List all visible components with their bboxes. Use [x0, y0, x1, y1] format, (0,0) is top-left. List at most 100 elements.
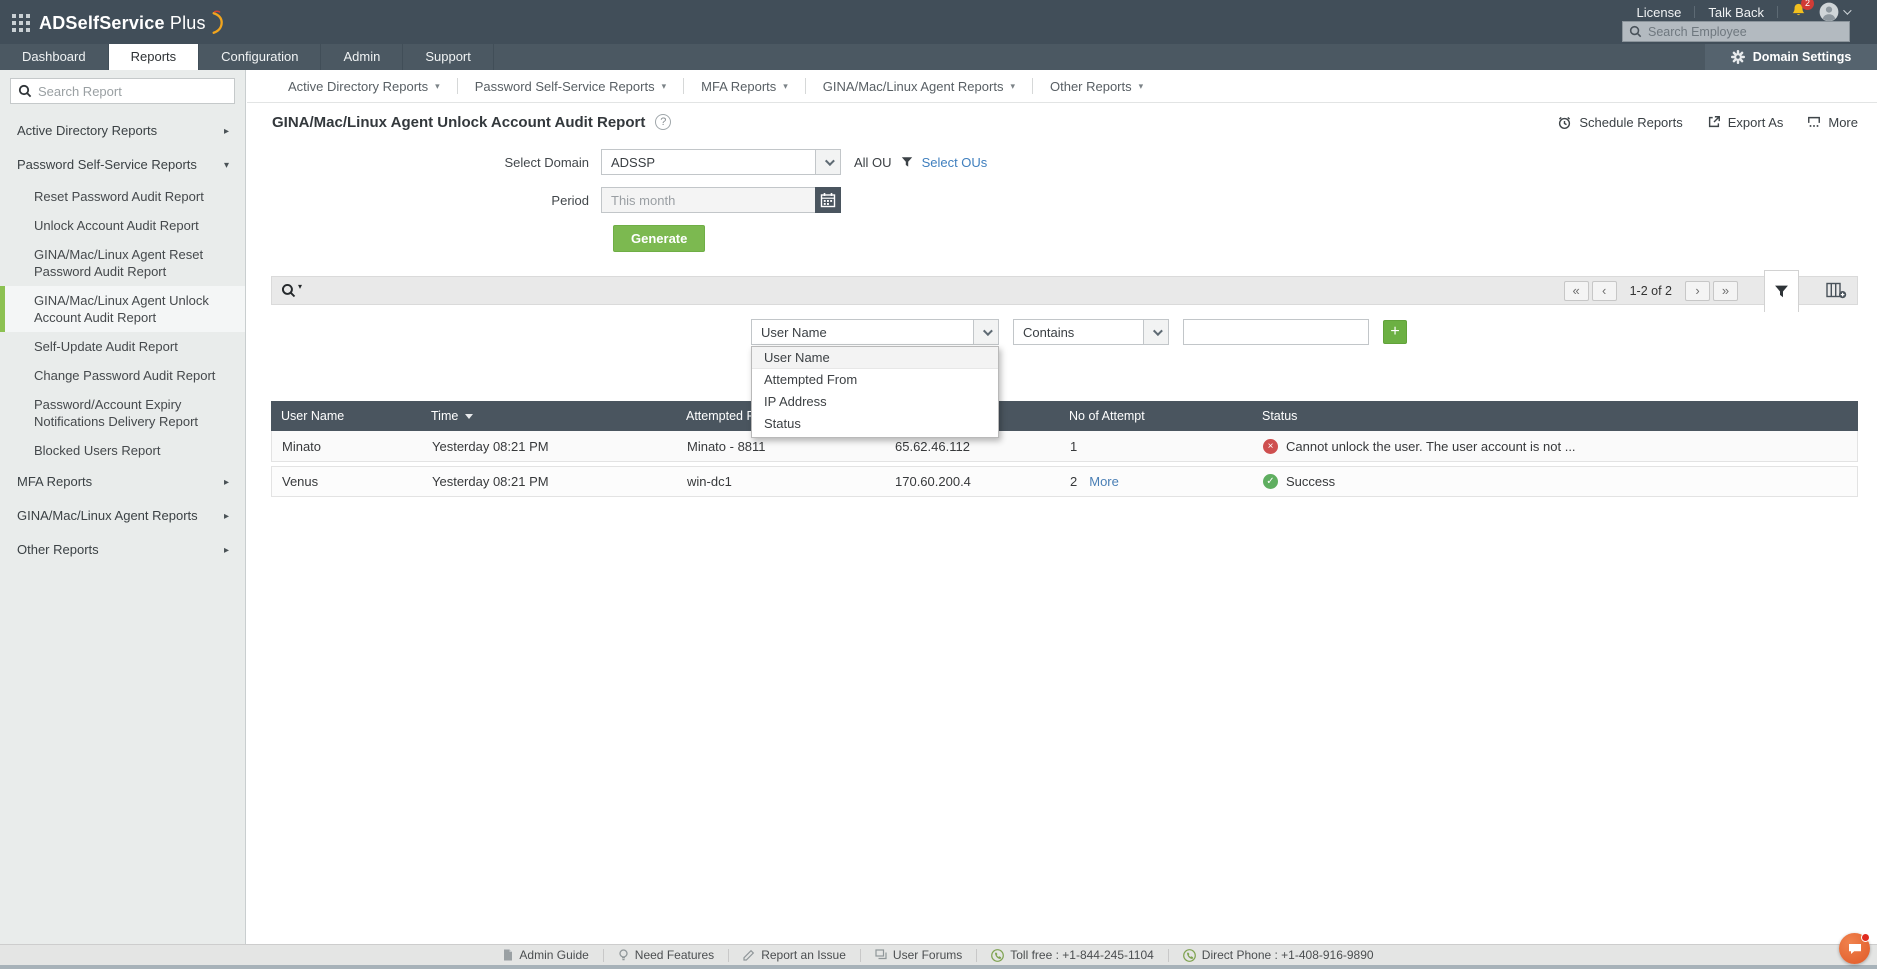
- footer-link-label: Need Features: [635, 948, 714, 962]
- column-header-no-of-attempt[interactable]: No of Attempt: [1059, 409, 1252, 423]
- generate-button[interactable]: Generate: [613, 225, 705, 252]
- column-header-status[interactable]: Status: [1252, 409, 1858, 423]
- title-row: GINA/Mac/Linux Agent Unlock Account Audi…: [247, 103, 1877, 135]
- sidebar-item-other-reports[interactable]: Other Reports▸: [0, 533, 245, 567]
- filter-field-select[interactable]: User Name: [751, 319, 999, 345]
- main-content: Active Directory Reports▾ Password Self-…: [247, 70, 1877, 944]
- app-grid-icon[interactable]: [12, 14, 30, 32]
- calendar-icon[interactable]: [815, 187, 841, 213]
- nav-gina-agent-reports[interactable]: GINA/Mac/Linux Agent Reports▾: [805, 78, 1032, 94]
- cell-user-name: Venus: [272, 474, 422, 489]
- funnel-icon: [1774, 284, 1789, 299]
- help-icon[interactable]: ?: [655, 114, 671, 130]
- tab-reports[interactable]: Reports: [109, 44, 200, 70]
- sidebar-item-gina-agent-reports[interactable]: GINA/Mac/Linux Agent Reports▸: [0, 499, 245, 533]
- domain-select-value: ADSSP: [602, 155, 655, 170]
- nav-password-self-service-reports[interactable]: Password Self-Service Reports▾: [457, 78, 683, 94]
- tab-configuration[interactable]: Configuration: [199, 44, 321, 70]
- add-filter-button[interactable]: +: [1383, 320, 1407, 344]
- export-as-button[interactable]: Export As: [1707, 115, 1784, 130]
- sidebar-item-gina-unlock-account-audit-report[interactable]: GINA/Mac/Linux Agent Unlock Account Audi…: [0, 286, 245, 332]
- filter-toggle-button[interactable]: [1764, 270, 1799, 312]
- next-page-button[interactable]: ›: [1685, 281, 1710, 301]
- sidebar-item-label: Blocked Users Report: [34, 442, 160, 459]
- column-header-time[interactable]: Time: [421, 409, 676, 423]
- search-icon[interactable]: [1629, 25, 1642, 38]
- table-row[interactable]: Venus Yesterday 08:21 PM win-dc1 170.60.…: [271, 466, 1858, 497]
- forum-icon: [875, 949, 887, 961]
- user-menu[interactable]: [1819, 2, 1849, 22]
- domain-settings-button[interactable]: Domain Settings: [1705, 44, 1877, 70]
- need-features-link[interactable]: Need Features: [603, 949, 728, 962]
- dropdown-option-attempted-from[interactable]: Attempted From: [752, 369, 998, 391]
- dropdown-option-user-name[interactable]: User Name: [752, 347, 998, 369]
- report-search-input[interactable]: [38, 84, 227, 99]
- bottom-strip: [0, 965, 1877, 969]
- previous-page-button[interactable]: ‹: [1592, 281, 1617, 301]
- chevron-right-icon: ▸: [224, 474, 229, 491]
- column-chooser-button[interactable]: [1826, 282, 1847, 304]
- sidebar-item-unlock-account-audit-report[interactable]: Unlock Account Audit Report: [0, 211, 245, 240]
- column-header-user-name[interactable]: User Name: [271, 409, 421, 423]
- more-icon: [1807, 115, 1821, 129]
- period-input[interactable]: [601, 187, 815, 213]
- license-link[interactable]: License: [1637, 5, 1682, 20]
- attempt-count: 1: [1070, 439, 1077, 454]
- reports-sidebar: Active Directory Reports▸ Password Self-…: [0, 70, 246, 944]
- more-button[interactable]: More: [1807, 115, 1858, 130]
- sidebar-item-label: Self-Update Audit Report: [34, 338, 178, 355]
- more-attempts-link[interactable]: More: [1089, 474, 1119, 489]
- status-text: Success: [1286, 474, 1335, 489]
- report-category-nav: Active Directory Reports▾ Password Self-…: [247, 70, 1877, 103]
- user-forums-link[interactable]: User Forums: [860, 949, 976, 962]
- table-toolbar: ▾ « ‹ 1-2 of 2 › »: [271, 276, 1858, 305]
- table-search-icon[interactable]: ▾: [281, 283, 302, 298]
- tab-dashboard[interactable]: Dashboard: [0, 44, 109, 70]
- last-page-button[interactable]: »: [1713, 281, 1738, 301]
- report-an-issue-link[interactable]: Report an Issue: [728, 949, 860, 962]
- toll-free-number[interactable]: Toll free : +1-844-245-1104: [976, 949, 1168, 962]
- employee-search-input[interactable]: [1648, 25, 1843, 39]
- chat-notification-dot: [1861, 933, 1870, 942]
- sidebar-item-blocked-users-report[interactable]: Blocked Users Report: [0, 436, 245, 465]
- filter-value-input[interactable]: [1183, 319, 1369, 345]
- sidebar-item-active-directory-reports[interactable]: Active Directory Reports▸: [0, 114, 245, 148]
- ou-scope-label: All OU: [854, 155, 892, 170]
- export-icon: [1707, 115, 1721, 129]
- logo-swoosh-icon: [211, 9, 227, 37]
- tab-admin[interactable]: Admin: [321, 44, 403, 70]
- column-label: No of Attempt: [1069, 409, 1145, 423]
- talk-back-link[interactable]: Talk Back: [1708, 5, 1764, 20]
- schedule-reports-button[interactable]: Schedule Reports: [1557, 115, 1682, 130]
- sidebar-item-password-self-service-reports[interactable]: Password Self-Service Reports▾: [0, 148, 245, 182]
- sidebar-item-gina-reset-password-audit-report[interactable]: GINA/Mac/Linux Agent Reset Password Audi…: [0, 240, 245, 286]
- schedule-reports-label: Schedule Reports: [1579, 115, 1682, 130]
- chevron-down-icon: [1143, 320, 1168, 344]
- first-page-button[interactable]: «: [1564, 281, 1589, 301]
- adselfservice-app: ADSelfService Plus License Talk Back 2: [0, 0, 1877, 969]
- funnel-icon[interactable]: [901, 156, 913, 168]
- direct-phone-number[interactable]: Direct Phone : +1-408-916-9890: [1168, 949, 1388, 962]
- admin-guide-link[interactable]: Admin Guide: [489, 949, 602, 962]
- dropdown-option-status[interactable]: Status: [752, 413, 998, 435]
- sidebar-item-label: GINA/Mac/Linux Agent Reset Password Audi…: [34, 246, 231, 280]
- nav-mfa-reports[interactable]: MFA Reports▾: [683, 78, 805, 94]
- nav-other-reports[interactable]: Other Reports▾: [1032, 78, 1160, 94]
- notifications-bell-icon[interactable]: 2: [1791, 2, 1806, 23]
- period-picker: [601, 187, 841, 213]
- sidebar-item-change-password-audit-report[interactable]: Change Password Audit Report: [0, 361, 245, 390]
- cell-attempted-from: Minato - 8811: [677, 439, 885, 454]
- domain-select[interactable]: ADSSP: [601, 149, 841, 175]
- sidebar-item-self-update-audit-report[interactable]: Self-Update Audit Report: [0, 332, 245, 361]
- live-chat-button[interactable]: [1839, 933, 1870, 964]
- sidebar-item-reset-password-audit-report[interactable]: Reset Password Audit Report: [0, 182, 245, 211]
- table-row[interactable]: Minato Yesterday 08:21 PM Minato - 8811 …: [271, 431, 1858, 462]
- sidebar-item-password-account-expiry-notifications[interactable]: Password/Account Expiry Notifications De…: [0, 390, 245, 436]
- filter-operator-select[interactable]: Contains: [1013, 319, 1169, 345]
- sidebar-item-mfa-reports[interactable]: MFA Reports▸: [0, 465, 245, 499]
- tab-support[interactable]: Support: [403, 44, 494, 70]
- filter-row: User Name User Name Attempted From IP Ad…: [751, 319, 1858, 345]
- select-ous-link[interactable]: Select OUs: [922, 155, 988, 170]
- dropdown-option-ip-address[interactable]: IP Address: [752, 391, 998, 413]
- nav-active-directory-reports[interactable]: Active Directory Reports▾: [271, 78, 457, 94]
